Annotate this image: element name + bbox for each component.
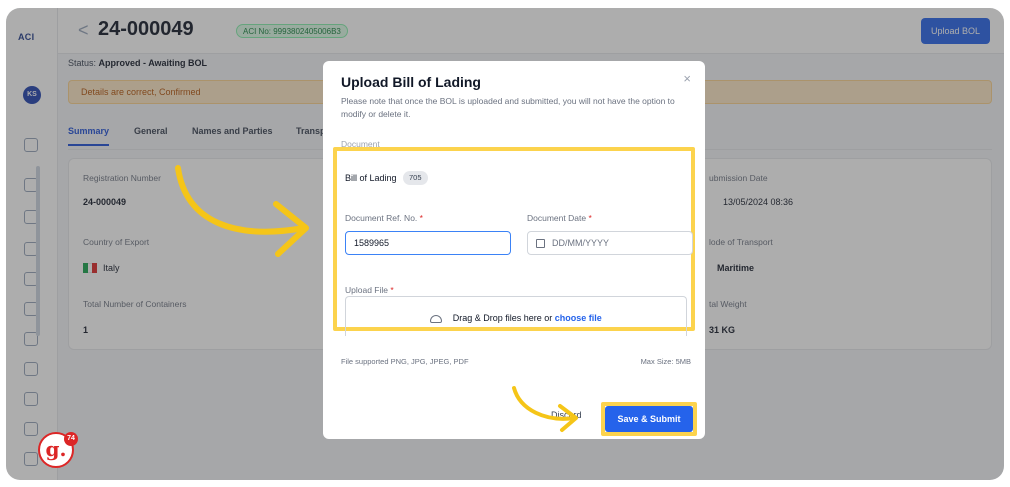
tutorial-arrows <box>175 165 578 432</box>
tutorial-arrow-main <box>175 165 307 235</box>
guidde-badge: 74 <box>64 432 78 446</box>
tutorial-arrow-submit <box>512 386 576 421</box>
app-window: ACI KS < 24-000049 ACI No: 9993802405006… <box>6 8 1004 480</box>
